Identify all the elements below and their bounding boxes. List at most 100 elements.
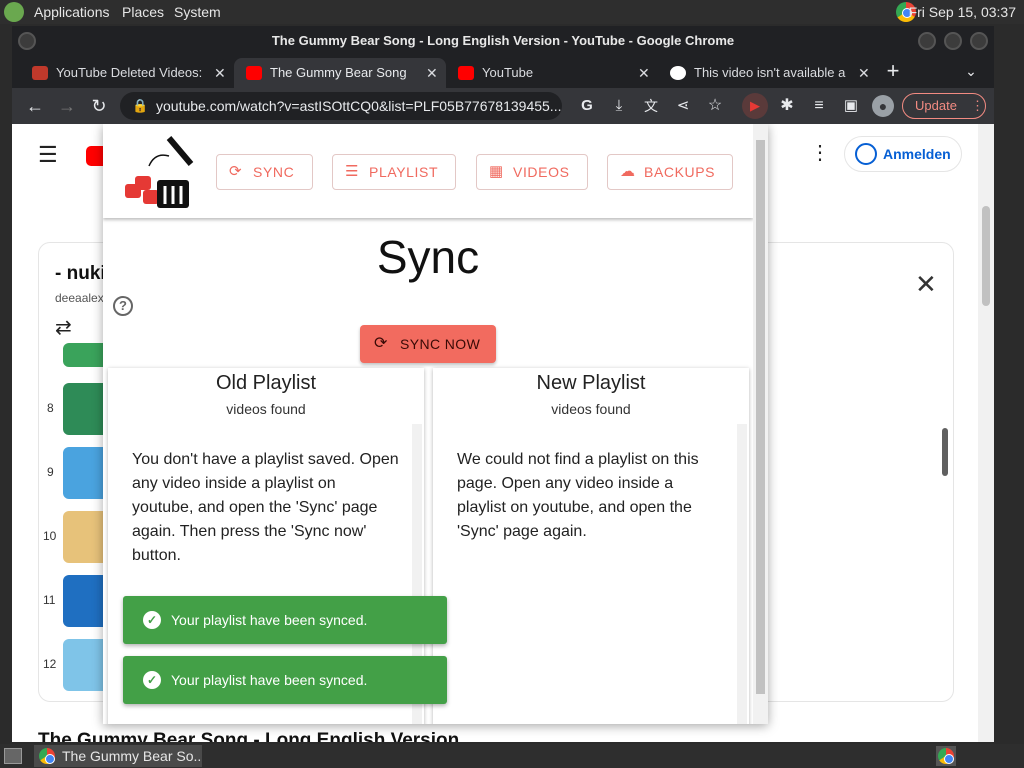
menu-places[interactable]: Places: [122, 4, 164, 20]
check-circle-icon: ✓: [143, 671, 161, 689]
nav-label: PLAYLIST: [369, 164, 439, 180]
minimize-icon[interactable]: [918, 32, 936, 50]
popup-scrollbar-thumb[interactable]: [756, 140, 765, 694]
kebab-menu-icon[interactable]: ⋮: [971, 94, 984, 118]
install-icon[interactable]: ⤓: [608, 95, 630, 117]
close-tab-icon[interactable]: ✕: [638, 58, 650, 88]
forward-icon[interactable]: →: [56, 95, 78, 117]
item-number: 9: [47, 465, 54, 479]
check-circle-icon: ✓: [143, 611, 161, 629]
page-scrollbar-thumb[interactable]: [982, 206, 990, 306]
item-number: 8: [47, 401, 54, 415]
tab-label: This video isn't available a: [694, 65, 846, 80]
show-desktop-icon[interactable]: [4, 748, 22, 764]
tab-gummy-bear[interactable]: The Gummy Bear Song ✕: [234, 58, 446, 88]
panel-subtitle: videos found: [551, 401, 631, 417]
tab-search-icon[interactable]: ⌄: [960, 60, 982, 82]
workspace-switcher[interactable]: [936, 746, 956, 766]
google-lens-icon[interactable]: G: [576, 95, 598, 117]
nav-videos-button[interactable]: ▦ VIDEOS: [476, 154, 588, 190]
signin-button[interactable]: Anmelden: [844, 136, 962, 172]
menu-system[interactable]: System: [174, 4, 221, 20]
browser-window: The Gummy Bear Song - Long English Versi…: [12, 26, 994, 742]
maximize-icon[interactable]: [944, 32, 962, 50]
side-panel-icon[interactable]: ▣: [840, 95, 862, 117]
item-number: 10: [43, 529, 57, 543]
panel-subtitle: videos found: [226, 401, 306, 417]
lock-icon[interactable]: 🔒: [132, 92, 148, 120]
sync-now-button[interactable]: ⟳ SYNC NOW: [360, 325, 496, 363]
reload-icon[interactable]: ↻: [88, 95, 110, 117]
close-playlist-icon[interactable]: ✕: [915, 269, 937, 300]
back-icon[interactable]: ←: [24, 95, 46, 117]
panel-title: Old Playlist: [215, 372, 317, 394]
tab-label: YouTube Deleted Videos:: [56, 65, 203, 80]
new-playlist-panel: New Playlist videos found We could not f…: [433, 368, 749, 724]
update-button[interactable]: Update ⋮: [902, 93, 986, 119]
sync-now-label: SYNC NOW: [400, 336, 481, 352]
tab-unavailable[interactable]: This video isn't available a ✕: [658, 58, 880, 88]
task-label: The Gummy Bear So...: [62, 748, 202, 764]
chrome-icon: [39, 748, 55, 764]
panel-scrollbar[interactable]: [737, 424, 747, 724]
taskbar-chrome-item[interactable]: The Gummy Bear So...: [34, 745, 202, 767]
nav-playlist-button[interactable]: ☰ PLAYLIST: [332, 154, 456, 190]
success-toast[interactable]: ✓ Your playlist have been synced.: [123, 656, 447, 704]
film-icon: ▦: [489, 163, 504, 180]
nav-label: BACKUPS: [644, 164, 716, 180]
close-tab-icon[interactable]: ✕: [858, 58, 870, 88]
media-queue-icon[interactable]: ≡: [808, 95, 830, 117]
playlist-scroll-thumb[interactable]: [942, 428, 948, 476]
nav-sync-button[interactable]: ⟳ SYNC: [216, 154, 313, 190]
url-text: youtube.com/watch?v=astISOttCQ0&list=PLF…: [156, 98, 562, 114]
more-options-icon[interactable]: ⋮: [810, 140, 830, 165]
video-title[interactable]: The Gummy Bear Song - Long English Versi…: [38, 730, 459, 742]
popup-header: ⟳ SYNC ☰ PLAYLIST ▦ VIDEOS ☁ BACKUPS: [103, 124, 753, 218]
close-tab-icon[interactable]: ✕: [426, 58, 438, 88]
panel-title: New Playlist: [536, 372, 646, 394]
clock[interactable]: Fri Sep 15, 03:37: [909, 4, 1016, 20]
panel-message: You don't have a playlist saved. Open an…: [132, 451, 399, 564]
nav-backups-button[interactable]: ☁ BACKUPS: [607, 154, 733, 190]
page-heading: Sync: [376, 231, 480, 283]
chrome-icon: [938, 748, 954, 764]
sync-icon: ⟳: [374, 335, 388, 352]
extension-popup: ⟳ SYNC ☰ PLAYLIST ▦ VIDEOS ☁ BACKUPS Syn…: [103, 124, 768, 724]
youtube-favicon-icon: [458, 66, 474, 80]
tab-youtube[interactable]: YouTube ✕: [446, 58, 658, 88]
toast-message: Your playlist have been synced.: [171, 612, 368, 628]
extension-favicon-icon: [32, 66, 48, 80]
close-tab-icon[interactable]: ✕: [214, 58, 226, 88]
update-label: Update: [915, 98, 957, 113]
youtube-favicon-icon: [246, 66, 262, 80]
cloud-upload-icon: ☁: [620, 163, 636, 180]
extensions-puzzle-icon[interactable]: ✱: [776, 95, 798, 117]
translate-icon[interactable]: 文: [640, 95, 662, 117]
distro-logo-icon[interactable]: [4, 2, 24, 22]
new-tab-icon[interactable]: +: [882, 60, 904, 82]
browser-toolbar: ← → ↻ 🔒 youtube.com/watch?v=astISOttCQ0&…: [12, 88, 994, 124]
success-toast[interactable]: ✓ Your playlist have been synced.: [123, 596, 447, 644]
loop-icon[interactable]: ⇄: [55, 315, 72, 340]
window-titlebar: The Gummy Bear Song - Long English Versi…: [12, 26, 994, 56]
extension-deleted-videos-icon[interactable]: ▶: [742, 93, 768, 119]
share-icon[interactable]: ⋖: [672, 95, 694, 117]
address-bar[interactable]: 🔒 youtube.com/watch?v=astISOttCQ0&list=P…: [120, 92, 562, 120]
playlist-owner[interactable]: deeaalex: [55, 291, 104, 305]
google-favicon-icon: [670, 66, 686, 80]
playlist-title[interactable]: - nuki: [55, 263, 106, 285]
close-window-icon[interactable]: [970, 32, 988, 50]
profile-avatar-icon[interactable]: ●: [872, 95, 894, 117]
page-viewport: ☰ ⋮ Anmelden - nuki deeaalex ⇄ ✕ 8 9 10 …: [12, 124, 994, 742]
account-icon: [855, 143, 877, 165]
hamburger-menu-icon[interactable]: ☰: [38, 142, 58, 168]
desktop-taskbar: The Gummy Bear So...: [0, 744, 1024, 768]
bookmark-star-icon[interactable]: ☆: [704, 95, 726, 117]
window-title: The Gummy Bear Song - Long English Versi…: [271, 33, 735, 48]
window-menu-icon[interactable]: [18, 32, 36, 50]
tab-deleted-videos[interactable]: YouTube Deleted Videos: ✕: [12, 58, 234, 88]
item-number: 11: [43, 593, 56, 607]
menu-applications[interactable]: Applications: [34, 4, 110, 20]
sync-icon: ⟳: [229, 163, 243, 180]
help-icon[interactable]: ?: [113, 296, 133, 316]
